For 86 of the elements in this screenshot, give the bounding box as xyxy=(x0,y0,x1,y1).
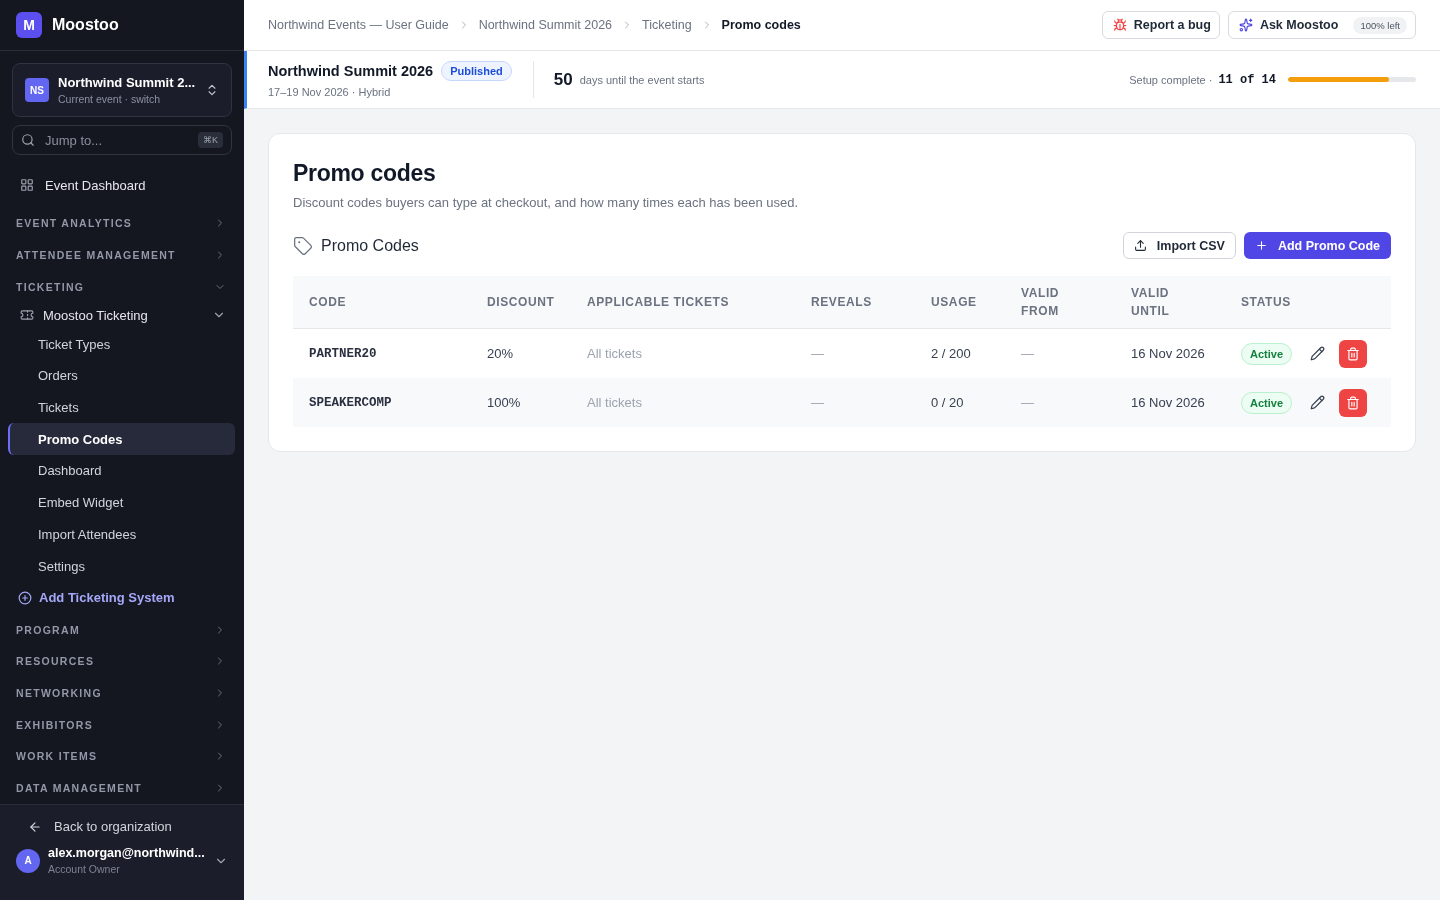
nav-item[interactable]: Settings xyxy=(8,550,235,582)
status-badge: Published xyxy=(441,61,512,81)
add-ticketing-link[interactable]: Add Ticketing System xyxy=(0,581,244,614)
event-switcher[interactable]: NS Northwind Summit 2... Current event · switch xyxy=(12,63,232,117)
table-cell: 100% xyxy=(471,378,571,427)
table-cell: 16 Nov 2026 xyxy=(1115,378,1225,427)
user-avatar: A xyxy=(16,848,40,873)
trash-icon xyxy=(1346,346,1360,361)
ask-assistant-button[interactable]: Ask Moostoo 100% left xyxy=(1227,11,1416,39)
table-cell: — xyxy=(795,378,915,427)
edit-button[interactable] xyxy=(1310,395,1325,410)
event-caption: Current event · switch xyxy=(58,93,162,105)
nav-item[interactable]: Tickets xyxy=(8,391,235,424)
edit-button[interactable] xyxy=(1310,346,1325,361)
column-header: APPLICABLE TICKETS xyxy=(571,276,795,329)
column-header: CODE xyxy=(293,276,471,329)
page-description: Discount codes buyers can type at checkout, and how many times each has been used. xyxy=(293,195,800,210)
breadcrumb[interactable]: Northwind Summit 2026 xyxy=(478,18,613,32)
import-csv-button[interactable]: Import CSV xyxy=(1122,232,1236,259)
event-avatar: NS xyxy=(25,78,49,102)
nav-item[interactable]: Ticket Types xyxy=(8,328,235,361)
status-badge: Active xyxy=(1241,342,1293,365)
days-label: days until the event starts xyxy=(579,73,706,86)
search-icon xyxy=(21,133,35,147)
column-header: USAGE xyxy=(915,276,1005,329)
app-logo: M xyxy=(16,12,42,38)
event-title: Northwind Summit 2026 xyxy=(268,63,434,79)
setup-count: 11 of 14 xyxy=(1218,72,1276,87)
status-badge: Active xyxy=(1241,391,1293,414)
column-header: VALID FROM xyxy=(1005,276,1115,329)
bug-icon xyxy=(1112,18,1127,32)
nav-item[interactable]: Promo Codes xyxy=(8,423,235,456)
breadcrumb[interactable]: Northwind Events — User Guide xyxy=(268,18,449,32)
app-name: Moostoo xyxy=(52,16,119,34)
nav-section[interactable]: NETWORKING xyxy=(0,677,244,709)
nav-section[interactable]: EXHIBITORS xyxy=(0,708,244,741)
nav-section[interactable]: ATTENDEE MANAGEMENT xyxy=(0,239,244,271)
plus-circle-icon xyxy=(18,590,32,605)
user-role: Account Owner xyxy=(48,863,121,875)
nav-section[interactable]: EVENT ANALYTICS xyxy=(0,207,244,239)
jump-search-field[interactable]: Jump to... xyxy=(43,131,190,149)
pencil-icon xyxy=(1310,395,1325,410)
page-title: Promo codes xyxy=(293,160,437,187)
usage-badge: 100% left xyxy=(1353,16,1407,34)
nav-item[interactable]: Event Dashboard xyxy=(0,177,244,194)
delete-button[interactable] xyxy=(1339,388,1367,417)
column-header: REVEALS xyxy=(795,276,915,329)
grid-icon xyxy=(20,178,34,193)
event-dates: 17–19 Nov 2026 · Hybrid xyxy=(268,86,392,98)
report-bug-button[interactable]: Report a bug xyxy=(1101,11,1220,39)
nav-section[interactable]: RESOURCES xyxy=(0,645,244,678)
nav-section[interactable]: PROGRAM xyxy=(0,613,244,646)
column-header: DISCOUNT xyxy=(471,276,571,329)
nav-section[interactable]: TICKETING xyxy=(0,270,244,303)
nav-section[interactable]: DATA MANAGEMENT xyxy=(0,772,244,804)
table-cell: All tickets xyxy=(571,378,795,427)
search-box[interactable]: Jump to... ⌘K xyxy=(12,125,232,155)
nav-section[interactable]: WORK ITEMS xyxy=(0,740,244,773)
back-link[interactable]: Back to organization xyxy=(16,819,228,834)
setup-label: Setup complete · xyxy=(1129,73,1213,86)
nav-item[interactable]: Dashboard xyxy=(8,455,235,487)
event-name: Northwind Summit 2... xyxy=(58,75,196,90)
table-cell: 0 / 20 xyxy=(915,378,1005,427)
upload-icon xyxy=(1133,239,1147,252)
nav-item[interactable]: Orders xyxy=(8,360,235,392)
nav-item[interactable]: Embed Widget xyxy=(8,486,235,519)
days-count: 50 xyxy=(553,69,573,90)
breadcrumb[interactable]: Ticketing xyxy=(642,18,692,32)
nav-item[interactable]: Import Attendees xyxy=(8,518,235,551)
nav-group[interactable]: Moostoo Ticketing xyxy=(0,302,244,329)
plus-icon xyxy=(1254,239,1268,252)
table-cell: SPEAKERCOMP xyxy=(293,378,471,427)
tag-icon xyxy=(293,235,313,256)
ticket-icon xyxy=(20,308,34,323)
section-title: Promo Codes xyxy=(321,236,419,255)
column-header: VALID UNTIL xyxy=(1115,276,1225,329)
user-email: alex.morgan@northwind... xyxy=(48,846,206,860)
add-promo-button[interactable]: Add Promo Code xyxy=(1243,232,1391,259)
table-cell: — xyxy=(1005,378,1115,427)
delete-button[interactable] xyxy=(1339,339,1367,368)
breadcrumb[interactable]: Promo codes xyxy=(721,18,801,32)
trash-icon xyxy=(1346,395,1360,410)
column-header: STATUS xyxy=(1225,276,1310,329)
pencil-icon xyxy=(1310,346,1325,361)
sparkles-icon xyxy=(1238,18,1253,32)
shortcut-key: ⌘K xyxy=(198,132,223,148)
